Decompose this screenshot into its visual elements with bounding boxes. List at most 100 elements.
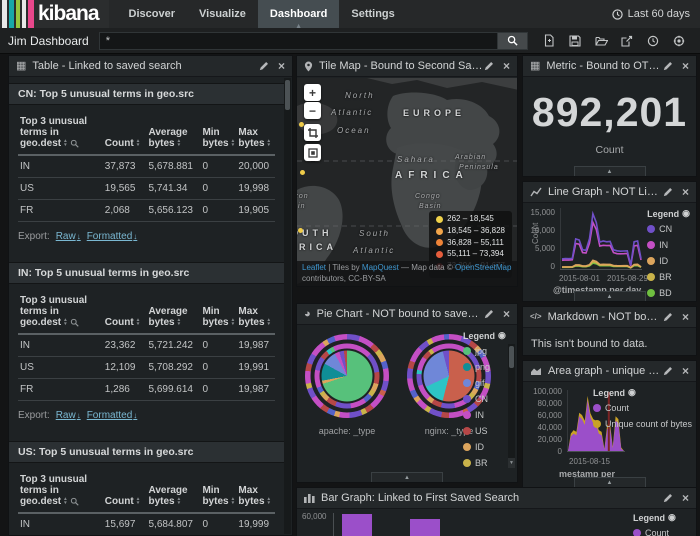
export-link-formatted[interactable]: Formatted↓ (87, 231, 138, 242)
nav-item-discover[interactable]: Discover (117, 0, 187, 28)
map-zoom-in-button[interactable]: + (304, 84, 321, 101)
share-dashboard-icon[interactable] (614, 32, 640, 50)
nav-item-visualize[interactable]: Visualize (187, 0, 258, 28)
export-link-raw[interactable]: Raw↓ (56, 410, 81, 421)
close-icon[interactable]: × (682, 311, 689, 323)
legend-gear-icon[interactable]: ◉ (498, 330, 506, 341)
legend-item-bd[interactable]: BD (647, 288, 690, 298)
column-header[interactable]: Average bytes▴▾ (146, 114, 200, 155)
table-cell: 5,678.881 (146, 155, 200, 178)
close-icon[interactable]: × (682, 186, 689, 198)
refresh-interval-icon[interactable] (640, 32, 666, 50)
legend-item-png[interactable]: png (463, 362, 507, 372)
close-icon[interactable]: × (682, 365, 689, 377)
map-legend-item: 18,545 – 36,828 (436, 227, 505, 236)
column-header[interactable]: Top 3 unusual terms in geo.dest▴▾ (18, 114, 103, 155)
column-header[interactable]: Max bytes▴▾ (236, 293, 275, 334)
column-header[interactable]: Average bytes▴▾ (146, 472, 200, 513)
collapse-tab[interactable]: ▲ (371, 472, 443, 482)
nav-item-dashboard[interactable]: Dashboard▲ (258, 0, 339, 28)
export-link-formatted[interactable]: Formatted↓ (87, 410, 138, 421)
column-header[interactable]: Count▴▾ (103, 114, 147, 155)
legend-item-in[interactable]: IN (647, 240, 690, 250)
column-header[interactable]: Count▴▾ (103, 472, 147, 513)
legend-item-br[interactable]: BR (647, 272, 690, 282)
close-icon[interactable]: × (278, 60, 285, 72)
table-section-heading: IN: Top 5 unusual terms in geo.src (9, 262, 284, 284)
legend-item-br[interactable]: BR (463, 458, 507, 468)
export-link-raw[interactable]: Raw↓ (56, 231, 81, 242)
attribution-link[interactable]: OpenStreetMap (455, 263, 511, 272)
legend-item-cn[interactable]: CN (463, 394, 507, 404)
legend-item-in[interactable]: IN (463, 410, 507, 420)
legend-item-id[interactable]: ID (647, 256, 690, 266)
area-legend: Legend◉CountUnique count of bytes (593, 387, 692, 435)
map-draw-rectangle-button[interactable] (304, 124, 321, 141)
edit-icon[interactable] (259, 61, 269, 71)
edit-icon[interactable] (663, 366, 673, 376)
legend-item-jpg[interactable]: jpg (463, 346, 507, 356)
map-fit-bounds-button[interactable] (304, 144, 321, 161)
table-scrollbar-thumb[interactable] (285, 80, 290, 110)
column-header[interactable]: Min bytes▴▾ (200, 472, 236, 513)
map-marker-dot (298, 228, 303, 233)
tile-map[interactable]: NorthAtlanticOceanEUROPESaharaArabianPen… (297, 78, 517, 286)
time-filter[interactable]: Last 60 days (612, 0, 700, 28)
legend-range: 262 – 18,545 (447, 215, 494, 224)
collapse-tab[interactable]: ▲ (574, 291, 646, 301)
query-input[interactable]: * (99, 32, 498, 50)
map-zoom-out-button[interactable]: − (304, 102, 321, 119)
collapse-tab[interactable]: ▲ (574, 166, 646, 176)
attribution-link[interactable]: MapQuest (362, 263, 399, 272)
legend-item-count[interactable]: Count (593, 403, 692, 413)
table-section: US: Top 5 unusual terms in geo.srcTop 3 … (9, 441, 284, 535)
column-header[interactable]: Top 3 unusual terms in geo.dest▴▾ (18, 293, 103, 334)
pie-chart-left[interactable] (305, 334, 389, 418)
legend-item-id[interactable]: ID (463, 442, 507, 452)
legend-item-us[interactable]: US (463, 426, 507, 436)
edit-icon[interactable] (663, 61, 673, 71)
close-icon[interactable]: × (503, 60, 510, 72)
column-header[interactable]: Average bytes▴▾ (146, 293, 200, 334)
search-button[interactable] (498, 32, 528, 50)
close-icon[interactable]: × (682, 60, 689, 72)
legend-item-gif[interactable]: gif (463, 378, 507, 388)
edit-icon[interactable] (663, 312, 673, 322)
legend-item-unique-count-of-bytes[interactable]: Unique count of bytes (593, 419, 692, 429)
search-icon[interactable] (70, 139, 79, 148)
column-header[interactable]: Min bytes▴▾ (200, 293, 236, 334)
legend-item-count[interactable]: Count (633, 528, 686, 536)
pie-legend-scrollbar-thumb[interactable] (509, 346, 514, 368)
legend-gear-icon[interactable]: ◉ (668, 512, 676, 523)
collapse-tab[interactable]: ▲ (574, 477, 646, 487)
map-label: EUROPE (403, 108, 465, 118)
scroll-down-arrow-icon[interactable]: ▼ (508, 458, 515, 468)
options-gear-icon[interactable] (666, 32, 692, 50)
legend-gear-icon[interactable]: ◉ (682, 208, 690, 219)
legend-gear-icon[interactable]: ◉ (628, 387, 636, 398)
load-dashboard-icon[interactable] (588, 32, 614, 50)
column-header[interactable]: Max bytes▴▾ (236, 472, 275, 513)
table-cell: 0 (200, 178, 236, 200)
map-label: Atlantic (353, 246, 395, 255)
sort-icon: ▴▾ (268, 139, 271, 147)
column-header[interactable]: Top 3 unusual terms in geo.dest▴▾ (18, 472, 103, 513)
edit-icon[interactable] (484, 61, 494, 71)
nav-item-settings[interactable]: Settings (339, 0, 406, 28)
edit-icon[interactable] (663, 187, 673, 197)
close-icon[interactable]: × (503, 308, 510, 320)
save-dashboard-icon[interactable] (562, 32, 588, 50)
column-header[interactable]: Min bytes▴▾ (200, 114, 236, 155)
new-dashboard-icon[interactable] (536, 32, 562, 50)
column-header[interactable]: Count▴▾ (103, 293, 147, 334)
edit-icon[interactable] (484, 309, 494, 319)
edit-icon[interactable] (663, 493, 673, 503)
search-icon[interactable] (70, 497, 79, 506)
legend-range: 18,545 – 36,828 (447, 227, 505, 236)
attribution-link[interactable]: Leaflet (302, 263, 326, 272)
column-header[interactable]: Max bytes▴▾ (236, 114, 275, 155)
search-icon[interactable] (70, 318, 79, 327)
legend-item-cn[interactable]: CN (647, 224, 690, 234)
map-label: Arabian (455, 154, 486, 161)
close-icon[interactable]: × (682, 492, 689, 504)
